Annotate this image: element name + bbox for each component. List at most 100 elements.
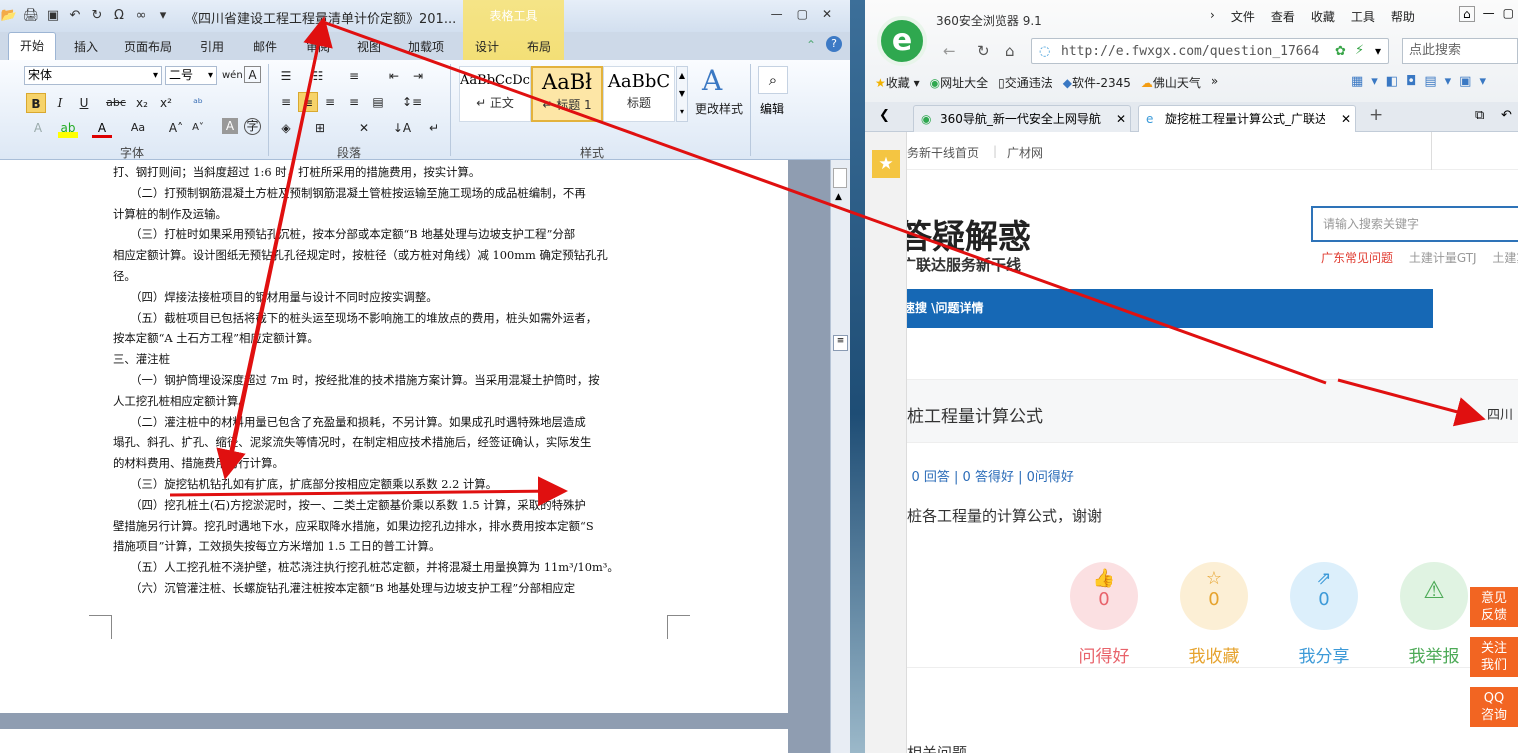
like-button[interactable]: 👍 0 [1070, 562, 1138, 630]
menu-favorites[interactable]: 收藏 [1311, 8, 1335, 25]
document-paragraph[interactable]: （二）打预制钢筋混凝土方桩及预制钢筋混凝土管桩按运输至施工现场的成品桩编制，不再 [113, 183, 669, 204]
hot-link-tujian[interactable]: 土建算 [1492, 251, 1518, 265]
skin-icon[interactable]: ⌂ [1459, 6, 1475, 22]
security-icon[interactable]: ✿ [1335, 44, 1346, 59]
bookmark-software[interactable]: ◆软件-2345 [1063, 74, 1131, 91]
new-tab-icon[interactable]: + [1369, 105, 1383, 125]
document-text[interactable]: 打、钢打则间；当斜度超过 1:6 时，打桩所采用的措施费用，按实计算。 （二）打… [113, 162, 669, 599]
tab-close-icon[interactable]: ✕ [1116, 106, 1126, 132]
decrease-indent-icon[interactable]: ⇤ [384, 66, 404, 86]
style-heading1[interactable]: AaBł ↵ 标题 1 [531, 66, 603, 122]
tab-restore-icon[interactable]: ⧉ [1475, 108, 1484, 123]
distributed-icon[interactable]: ▤ [368, 92, 388, 112]
scroll-thumb[interactable]: ≡ [833, 335, 848, 351]
ribbon-collapse-icon[interactable]: ⌃ [806, 38, 816, 52]
qq-consult-button[interactable]: QQ 咨询 [1470, 687, 1518, 727]
document-paragraph[interactable]: 三、灌注桩 [113, 349, 669, 370]
shading-icon[interactable]: ◈ [276, 118, 296, 138]
tab-review[interactable]: 审阅 [306, 38, 330, 55]
document-paragraph[interactable]: （六）沉管灌注桩、长螺旋钻孔灌注桩按本定额“B 地基处理与边坡支护工程”分部相应… [113, 578, 669, 599]
equation-icon[interactable]: ∞ [132, 7, 150, 25]
bold-button[interactable]: B [26, 93, 46, 113]
change-styles-button[interactable]: 更改样式 [695, 100, 743, 117]
more-bookmarks-icon[interactable]: » [1211, 74, 1218, 91]
document-paragraph[interactable]: 措施项目”计算，工效损失按每立方米增加 1.5 工日的普工计算。 [113, 536, 669, 557]
minimize-icon[interactable]: — [1483, 6, 1495, 22]
superscript-button[interactable]: x² [156, 93, 176, 113]
grow-font-icon[interactable]: A˄ [166, 118, 186, 138]
tab-list-icon[interactable]: ❮ [879, 108, 890, 123]
style-title[interactable]: AaBbC 标题 [603, 66, 675, 122]
vertical-scrollbar[interactable]: ▲ ≡ [830, 160, 850, 753]
save-icon[interactable]: ▣ [44, 7, 62, 25]
document-paragraph[interactable]: （四）挖孔桩土(石)方挖淤泥时，按一、二类土定额基价乘以系数 1.5 计算，采取… [113, 495, 669, 516]
hot-link-gtj[interactable]: 土建计量GTJ [1409, 251, 1477, 265]
document-paragraph[interactable]: 径。 [113, 266, 669, 287]
tab-mailings[interactable]: 邮件 [253, 38, 277, 55]
share-label[interactable]: 我分享 [1279, 642, 1369, 667]
document-paragraph[interactable]: 计算桩的制作及运输。 [113, 204, 669, 225]
sort-icon[interactable]: ↓A [392, 118, 412, 138]
increase-indent-icon[interactable]: ⇥ [408, 66, 428, 86]
tab-addins[interactable]: 加载项 [408, 38, 444, 55]
bookmark-url-nav[interactable]: ◉网址大全 [930, 74, 989, 91]
symbol-icon[interactable]: Ω [110, 7, 128, 25]
tab-view[interactable]: 视图 [357, 38, 381, 55]
maximize-icon[interactable]: ▢ [1503, 6, 1514, 22]
document-paragraph[interactable]: 相应定额计算。设计图纸无预钻孔孔径规定时，按桩径（或方桩对角线）减 100mm … [113, 245, 669, 266]
extension-icons[interactable]: ▦▾◧◘▤▾▣▾ [1351, 74, 1494, 89]
collect-button[interactable]: ☆ 0 [1180, 562, 1248, 630]
change-styles-icon[interactable]: A [702, 64, 722, 97]
report-label[interactable]: 我举报 [1389, 642, 1479, 667]
styles-scroll[interactable]: ▲ ▼ ▾ [676, 66, 688, 122]
underline-button[interactable]: U [74, 93, 94, 113]
redo-icon[interactable]: ↻ [88, 7, 106, 25]
tab-insert[interactable]: 插入 [74, 38, 98, 55]
help-icon[interactable]: ? [826, 36, 842, 52]
document-paragraph[interactable]: （三）旋挖钻机钻孔如有扩底，扩底部分按相应定额乘以系数 2.2 计算。 [113, 474, 669, 495]
edit-button[interactable]: 编辑 [760, 100, 784, 117]
line-spacing-icon[interactable]: ↕≡ [402, 92, 422, 112]
minimize-icon[interactable]: — [771, 7, 783, 21]
bookmark-weather[interactable]: ☁佛山天气 [1141, 74, 1201, 91]
justify-icon[interactable]: ≡ [344, 92, 364, 112]
back-icon[interactable]: ← [943, 42, 956, 60]
refresh-icon[interactable]: ↻ [977, 42, 990, 60]
maximize-icon[interactable]: ▢ [797, 7, 808, 21]
feedback-button[interactable]: 意见 反馈 [1470, 587, 1518, 627]
close-icon[interactable]: ✕ [822, 7, 832, 21]
report-button[interactable]: ⚠ [1400, 562, 1468, 630]
document-paragraph[interactable]: （五）截桩项目已包括将截下的桩头运至现场不影响施工的堆放点的费用，桩头如需外运者… [113, 308, 669, 329]
bookmark-favorites[interactable]: ★收藏 ▾ [875, 74, 920, 91]
document-paragraph[interactable]: （二）灌注桩中的材料用量已包含了充盈量和损耗，不另计算。如果成孔时遇特殊地层造成 [113, 412, 669, 433]
document-page[interactable]: 打、钢打则间；当斜度超过 1:6 时，打桩所采用的措施费用，按实计算。 （二）打… [0, 160, 788, 713]
tab-references[interactable]: 引用 [200, 38, 224, 55]
menu-expand-icon[interactable]: › [1210, 8, 1215, 25]
text-effects-icon[interactable]: A [28, 118, 48, 138]
tab-layout[interactable]: 布局 [527, 38, 551, 55]
scroll-up-icon[interactable]: ▲ [835, 192, 842, 202]
phonetic-guide-icon[interactable]: wén [222, 66, 243, 86]
speed-icon[interactable]: ⚡ [1355, 43, 1364, 58]
document-paragraph[interactable]: （四）焊接法接桩项目的钢材用量与设计不同时应按实调整。 [113, 287, 669, 308]
highlight-icon[interactable]: ab [58, 118, 78, 138]
document-paragraph[interactable]: （一）钢护筒埋设深度超过 7m 时，按经批准的技术措施方案计算。当采用混凝土护筒… [113, 370, 669, 391]
bullets-icon[interactable]: ☰ [276, 66, 296, 86]
address-url[interactable]: http://e.fwxgx.com/question_17664 [1061, 44, 1331, 59]
tab-design[interactable]: 设计 [475, 38, 499, 55]
chinese-layout-icon[interactable]: ✕ [354, 118, 374, 138]
document-paragraph[interactable]: 的材料费用、措施费用另行计算。 [113, 453, 669, 474]
share-button[interactable]: ⇗ 0 [1290, 562, 1358, 630]
menu-help[interactable]: 帮助 [1391, 8, 1415, 25]
tab-home[interactable]: 开始 [8, 32, 56, 61]
bookmark-traffic[interactable]: ▯交通违法 [998, 74, 1053, 91]
address-dropdown-icon[interactable]: ▾ [1375, 44, 1381, 58]
find-icon[interactable]: ⌕ [758, 66, 788, 94]
align-center-icon[interactable]: ≡ [298, 92, 318, 112]
document-paragraph[interactable]: （三）打桩时如果采用预钻孔沉桩，按本分部或本定额“B 地基处理与边坡支护工程”分… [113, 224, 669, 245]
show-marks-icon[interactable]: ↵ [424, 118, 444, 138]
borders-icon[interactable]: ⊞ [310, 118, 330, 138]
favorites-star-icon[interactable]: ★ [872, 150, 900, 178]
style-normal[interactable]: AaBbCcDc ↵ 正文 [459, 66, 531, 122]
collect-label[interactable]: 我收藏 [1169, 642, 1259, 667]
